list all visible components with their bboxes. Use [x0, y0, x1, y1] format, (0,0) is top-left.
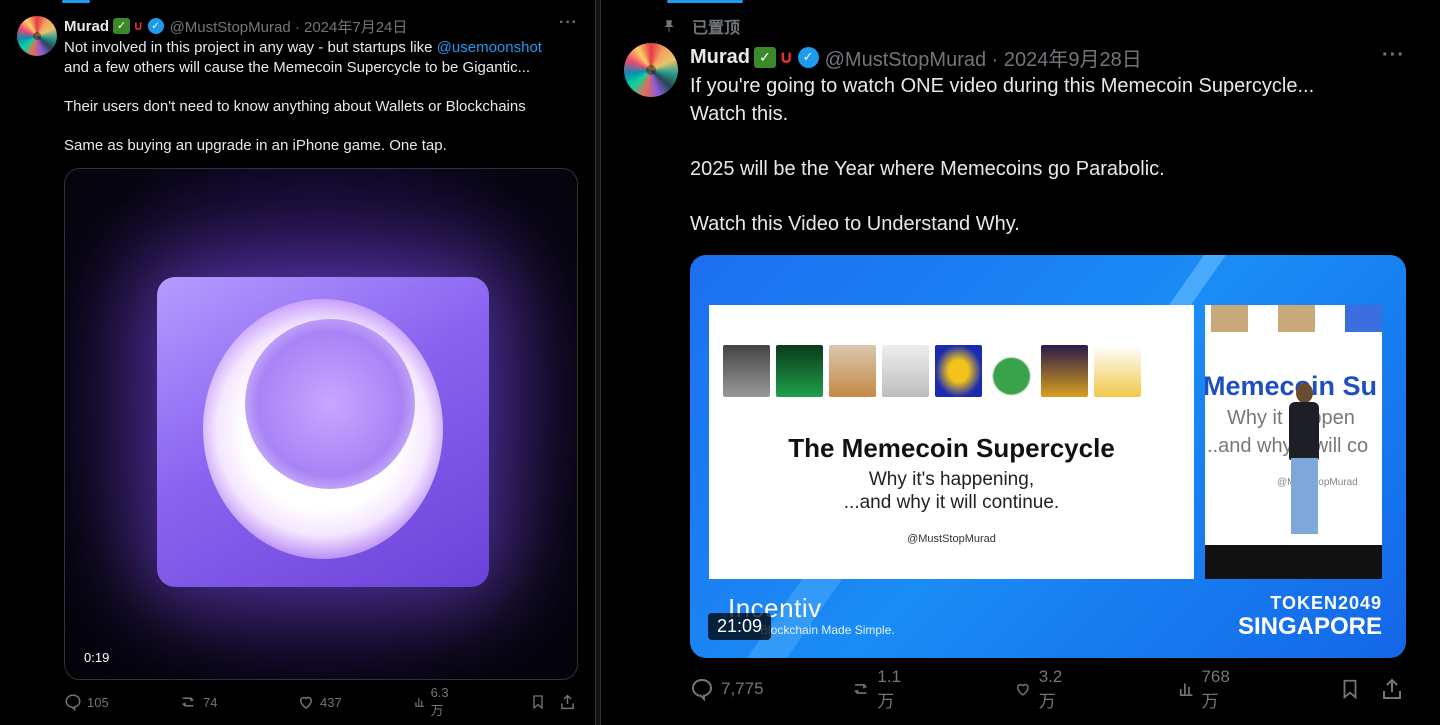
slide-handle: @MustStopMurad — [907, 533, 996, 545]
share-icon — [1383, 678, 1401, 699]
video-player[interactable]: The Memecoin Supercycle Why it's happeni… — [690, 255, 1406, 658]
speaker — [1289, 402, 1319, 460]
views-button[interactable]: 6.3万 — [414, 685, 453, 719]
meme-thumbnail — [776, 345, 823, 397]
video-duration: 0:19 — [84, 650, 110, 665]
share-button[interactable] — [1380, 677, 1404, 701]
verified-icon: ✓ — [797, 46, 819, 68]
reply-button[interactable]: 7,775 — [690, 677, 764, 701]
video-duration: 21:09 — [708, 613, 772, 640]
speaker — [1291, 458, 1318, 534]
repost-button[interactable]: 1.1万 — [851, 667, 908, 712]
reply-count: 7,775 — [721, 679, 764, 698]
video-player[interactable] — [64, 168, 578, 680]
views-icon — [415, 698, 425, 707]
screen-thumbnails — [1205, 305, 1382, 332]
pin-icon — [664, 20, 674, 32]
tweet-body: Not involved in this project in any way … — [64, 38, 584, 156]
sponsor-tagline: Blockchain Made Simple. — [760, 623, 895, 637]
magnet-emoji-icon: ∪ — [133, 18, 144, 33]
bookmark-button[interactable] — [1339, 677, 1361, 701]
speaker — [1296, 383, 1313, 403]
meme-thumbnail — [882, 345, 929, 397]
tweet-line: Not involved in this project in any way … — [64, 38, 584, 58]
share-icon — [561, 694, 574, 710]
meme-thumbnail — [723, 345, 770, 397]
slide-subtitle: Why it's happening, — [868, 469, 1035, 490]
reply-count: 105 — [87, 694, 109, 710]
repost-icon — [854, 684, 867, 694]
share-button[interactable] — [559, 693, 576, 711]
meme-thumbnails — [723, 345, 1141, 397]
chart-emoji-icon: ✓ — [113, 18, 130, 34]
event-name: TOKEN2049 — [1270, 593, 1382, 613]
views-button[interactable]: 768万 — [1178, 667, 1235, 712]
tweet-header: Murad ✓ ∪ ✓ @MustStopMurad · 2024年9月28日 — [690, 43, 1142, 72]
repost-count: 74 — [203, 694, 218, 710]
tweet-line: Watch this. — [690, 102, 789, 125]
top-accent-left — [62, 0, 90, 3]
reply-button[interactable]: 105 — [64, 693, 109, 711]
tweet-line: Their users don't need to know anything … — [64, 98, 526, 115]
tweet-line: Same as buying an upgrade in an iPhone g… — [64, 137, 447, 154]
screen-title: Memecoin Su — [1205, 371, 1378, 401]
meme-thumbnail — [829, 345, 876, 397]
bookmark-button[interactable] — [530, 693, 546, 711]
magnet-emoji-icon: ∪ — [779, 46, 794, 67]
bookmark-icon — [1343, 679, 1357, 700]
tweet-line: 2025 will be the Year where Memecoins go… — [690, 157, 1165, 180]
handle-date[interactable]: @MustStopMurad · 2024年7月24日 — [170, 16, 408, 37]
repost-count: 1.1万 — [877, 666, 902, 711]
screen-subtitle: ..and why it will co — [1207, 435, 1369, 457]
like-button[interactable]: 437 — [297, 693, 342, 711]
meme-thumbnail — [1041, 345, 1088, 397]
meme-thumbnail — [935, 345, 982, 397]
event-location: SINGAPORE — [1237, 613, 1382, 640]
view-count: 768万 — [1201, 666, 1230, 711]
more-icon[interactable]: ··· — [1382, 44, 1405, 67]
repost-icon — [182, 697, 194, 707]
mention-link[interactable]: @usemoonshot — [437, 39, 542, 56]
avatar[interactable] — [17, 16, 57, 56]
like-icon — [299, 696, 313, 709]
top-accent-right — [667, 0, 743, 3]
stage-screen: Memecoin Su Why it happen ..and why it w… — [1205, 305, 1382, 579]
tweet-line: If you're going to watch ONE video durin… — [690, 75, 1315, 97]
chart-emoji-icon: ✓ — [754, 46, 776, 68]
view-count: 6.3万 — [430, 685, 449, 718]
slide-title: The Memecoin Supercycle — [788, 433, 1115, 463]
bookmark-icon — [533, 695, 543, 710]
reply-icon — [691, 678, 713, 701]
tweet-line: and a few others will cause the Memecoin… — [64, 59, 531, 76]
views-icon — [1179, 683, 1193, 696]
like-count: 437 — [320, 694, 342, 710]
meme-thumbnail — [988, 345, 1035, 397]
like-icon — [1016, 683, 1029, 696]
like-count: 3.2万 — [1038, 666, 1063, 711]
meme-thumbnail — [1094, 345, 1141, 397]
tweet-line: Watch this Video to Understand Why. — [690, 212, 1020, 235]
handle-date[interactable]: @MustStopMurad · 2024年9月28日 — [825, 43, 1142, 72]
verified-icon: ✓ — [147, 18, 164, 34]
stage — [1205, 545, 1382, 579]
reply-icon — [65, 694, 81, 711]
author-name[interactable]: Murad — [64, 18, 109, 35]
slide-subtitle: ...and why it will continue. — [843, 492, 1060, 513]
tweet-body: If you're going to watch ONE video durin… — [690, 73, 1420, 238]
repost-button[interactable]: 74 — [178, 693, 217, 711]
pinned-text: 已置顶 — [692, 20, 741, 37]
like-button[interactable]: 3.2万 — [1014, 667, 1069, 712]
tweet-text-segment: Not involved in this project in any way … — [64, 39, 437, 56]
pinned-label: 已置顶 — [662, 14, 740, 38]
tweet-header: Murad ✓ ∪ ✓ @MustStopMurad · 2024年7月24日 — [64, 16, 407, 36]
avatar[interactable] — [624, 43, 678, 97]
presentation-slide: The Memecoin Supercycle Why it's happeni… — [709, 305, 1194, 579]
author-name[interactable]: Murad — [690, 46, 750, 69]
moon-shape — [245, 319, 415, 489]
more-icon[interactable]: ··· — [559, 14, 578, 32]
